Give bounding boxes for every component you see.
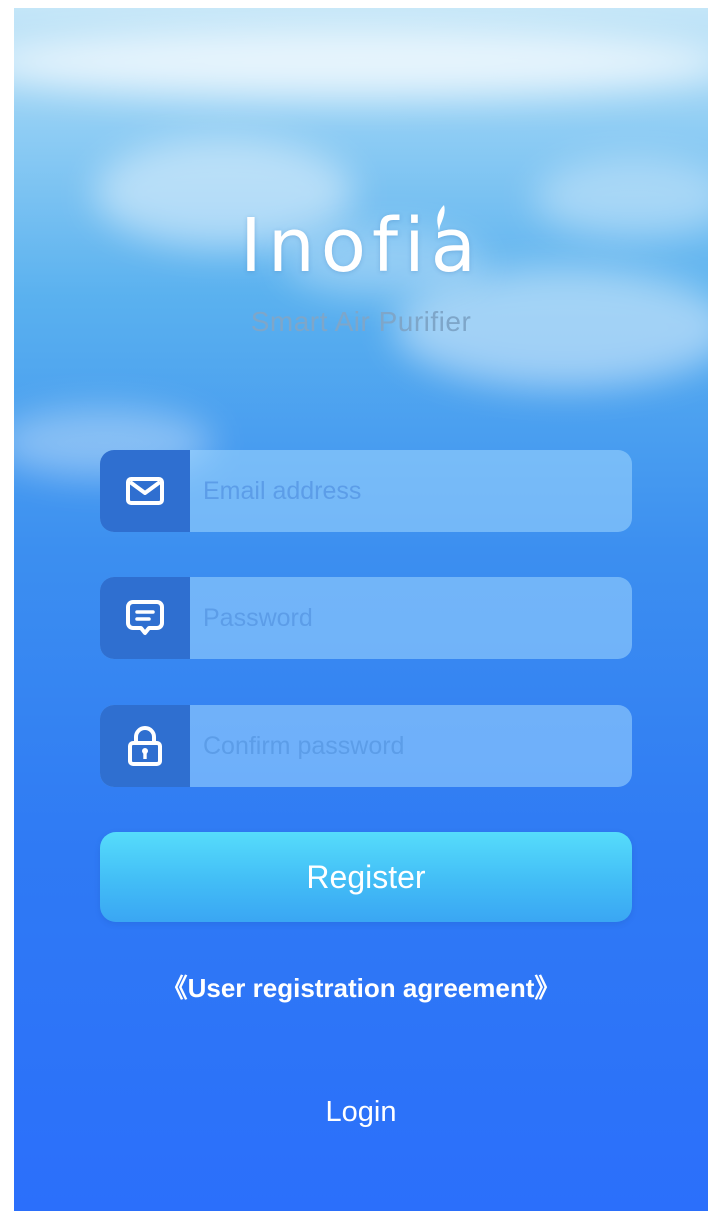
password-input[interactable] xyxy=(190,577,632,659)
confirm-password-input[interactable] xyxy=(190,705,632,787)
email-icon-box xyxy=(100,450,190,532)
user-agreement-link[interactable]: 《User registration agreement》 xyxy=(14,968,708,1005)
register-screen: Inofia Smart Air Purifier Email address … xyxy=(14,8,708,1211)
password-field[interactable] xyxy=(100,577,632,659)
confirm-password-icon-box xyxy=(100,705,190,787)
email-input[interactable] xyxy=(190,450,632,532)
email-field[interactable] xyxy=(100,450,632,532)
message-icon xyxy=(126,600,164,635)
confirm-password-field[interactable] xyxy=(100,705,632,787)
cloud-decoration xyxy=(14,28,708,98)
lock-icon xyxy=(128,726,162,766)
password-icon-box xyxy=(100,577,190,659)
leaf-icon xyxy=(437,205,445,231)
envelope-icon xyxy=(126,477,164,505)
brand-logo: Inofia xyxy=(240,203,482,289)
login-link[interactable]: Login xyxy=(14,1096,708,1129)
app-tagline: Smart Air Purifier xyxy=(250,306,472,337)
register-button[interactable]: Register xyxy=(100,832,632,922)
